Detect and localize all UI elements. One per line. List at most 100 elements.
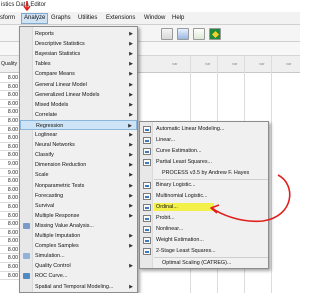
menu-item-label: Loglinear: [35, 132, 58, 138]
data-cell[interactable]: 8.00: [0, 91, 20, 100]
analyze-item-mixed-models[interactable]: Mixed Models ▶: [20, 100, 137, 110]
analyze-item-complex-samples[interactable]: Complex Samples ▶: [20, 241, 137, 251]
regression-item-automatic-linear-modeling[interactable]: Automatic Linear Modeling...: [140, 124, 268, 134]
menu-item-label: Partial Least Squares...: [156, 159, 213, 165]
menu-item-label: Linear...: [156, 137, 176, 143]
analyze-item-classify[interactable]: Classify ▶: [20, 150, 137, 160]
regression-submenu: Automatic Linear Modeling... Linear... Cur…: [139, 121, 269, 269]
analyze-item-missing-value-analysis[interactable]: Missing Value Analysis...: [20, 221, 137, 231]
menu-item-label: Tables: [35, 61, 51, 68]
menu-item-label: Spatial and Temporal Modeling...: [35, 283, 114, 290]
data-cell[interactable]: 8.00: [0, 151, 20, 160]
menu-item-label: Multiple Response: [35, 212, 80, 219]
column-header-var[interactable]: var: [286, 61, 292, 66]
analyze-item-forecasting[interactable]: Forecasting ▶: [20, 191, 137, 201]
data-cell[interactable]: 8.00: [0, 245, 20, 255]
data-cell[interactable]: 8.00: [0, 142, 20, 152]
submenu-arrow-icon: ▶: [129, 142, 133, 149]
menu-item-label: Automatic Linear Modeling...: [156, 126, 225, 132]
analyze-item-survival[interactable]: Survival ▶: [20, 201, 137, 211]
data-cell[interactable]: 9.00: [0, 168, 20, 178]
analyze-item-general-linear-model[interactable]: General Linear Model ▶: [20, 80, 137, 90]
analyze-item-quality-control[interactable]: Quality Control ▶: [20, 261, 137, 271]
data-cell[interactable]: 8.00: [0, 237, 20, 246]
column-header-var[interactable]: var: [259, 61, 265, 66]
submenu-arrow-icon: ▶: [129, 243, 133, 250]
analyze-item-roc-curve[interactable]: ROC Curve...: [20, 271, 137, 281]
menu-analyze[interactable]: Analyze: [21, 13, 49, 24]
data-cell[interactable]: 8.00: [0, 254, 20, 264]
data-cell[interactable]: 8.00: [0, 99, 20, 109]
submenu-arrow-icon: ▶: [129, 283, 133, 290]
simulation-icon: [23, 253, 30, 260]
analyze-item-regression[interactable]: Regression ▶: [20, 119, 137, 130]
column-header-var[interactable]: var: [172, 61, 178, 66]
regression-item-ordinal[interactable]: Ordinal...: [140, 202, 268, 212]
menu-graphs[interactable]: Graphs: [51, 14, 71, 23]
analyze-item-compare-means[interactable]: Compare Means ▶: [20, 69, 137, 79]
data-cell[interactable]: 8.00: [0, 211, 20, 221]
regression-item-curve-estimation[interactable]: Curve Estimation...: [140, 146, 268, 156]
analyze-item-tables[interactable]: Tables ▶: [20, 59, 137, 69]
regression-item-optimal-scaling-catreg[interactable]: Optimal Scaling (CATREG)...: [140, 258, 268, 268]
menu-item-label: Correlate: [35, 111, 58, 118]
regression-icon: [143, 236, 151, 244]
data-cell[interactable]: 8.00: [0, 82, 20, 92]
data-cell[interactable]: 8.00: [0, 125, 20, 135]
regression-item-partial-least-squares[interactable]: Partial Least Squares...: [140, 157, 268, 167]
data-cell[interactable]: 8.00: [0, 116, 20, 126]
analyze-item-dimension-reduction[interactable]: Dimension Reduction ▶: [20, 160, 137, 170]
regression-icon: [143, 147, 151, 155]
analyze-item-generalized-linear-models[interactable]: Generalized Linear Models ▶: [20, 90, 137, 100]
menu-item-label: Forecasting: [35, 192, 64, 199]
analyze-item-correlate[interactable]: Correlate ▶: [20, 110, 137, 120]
column-header-var[interactable]: var: [232, 61, 238, 66]
analyze-item-descriptive-statistics[interactable]: Descriptive Statistics ▶: [20, 39, 137, 49]
submenu-arrow-icon: ▶: [129, 101, 133, 108]
data-cell[interactable]: 8.00: [0, 74, 20, 83]
data-cell[interactable]: 8.00: [0, 185, 20, 195]
analyze-item-scale[interactable]: Scale ▶: [20, 170, 137, 180]
regression-item-process-v3-5-by-andrew-f-hayes[interactable]: PROCESS v3.5 by Andrew F. Hayes: [140, 168, 268, 178]
regression-item-2-stage-least-squares[interactable]: 2-Stage Least Squares...: [140, 246, 268, 256]
data-cell[interactable]: 8.00: [0, 220, 20, 229]
analyze-item-nonparametric-tests[interactable]: Nonparametric Tests ▶: [20, 181, 137, 191]
table-icon[interactable]: [161, 28, 173, 40]
chart-icon[interactable]: [177, 28, 189, 40]
data-cell[interactable]: 8.00: [0, 108, 20, 117]
data-cell[interactable]: 8.00: [0, 202, 20, 212]
column-label-quality[interactable]: Quality: [1, 61, 17, 67]
regression-item-nonlinear[interactable]: Nonlinear...: [140, 224, 268, 234]
menu-extensions[interactable]: Extensions: [106, 14, 135, 23]
data-cell[interactable]: 8.00: [0, 263, 20, 272]
menu-item-label: Generalized Linear Models: [35, 91, 100, 98]
analyze-item-multiple-imputation[interactable]: Multiple Imputation ▶: [20, 231, 137, 241]
data-cell[interactable]: 8.00: [0, 134, 20, 143]
analyze-item-bayesian-statistics[interactable]: Bayesian Statistics ▶: [20, 49, 137, 59]
data-cell[interactable]: 8.00: [0, 228, 20, 238]
data-cell[interactable]: 9.00: [0, 159, 20, 169]
data-cell[interactable]: 8.00: [0, 194, 20, 203]
analyze-item-loglinear[interactable]: Loglinear ▶: [20, 130, 137, 140]
menu-help[interactable]: Help: [172, 14, 184, 23]
menu-utilities[interactable]: Utilities: [78, 14, 97, 23]
menu-transform[interactable]: sform: [0, 14, 15, 23]
regression-item-probit[interactable]: Probit...: [140, 213, 268, 223]
analyze-item-reports[interactable]: Reports ▶: [20, 29, 137, 39]
analyze-item-simulation[interactable]: Simulation...: [20, 251, 137, 261]
regression-item-multinomial-logistic[interactable]: Multinomial Logistic...: [140, 191, 268, 201]
menu-window[interactable]: Window: [144, 14, 165, 23]
regression-icon: [143, 214, 151, 222]
add-on-icon[interactable]: [209, 28, 221, 40]
analyze-item-multiple-response[interactable]: Multiple Response ▶: [20, 211, 137, 221]
column-header-var[interactable]: var: [205, 61, 211, 66]
data-cell[interactable]: 8.00: [0, 177, 20, 186]
grid-icon[interactable]: [193, 28, 205, 40]
menu-item-label: Probit...: [156, 215, 175, 221]
regression-item-weight-estimation[interactable]: Weight Estimation...: [140, 235, 268, 245]
data-cell[interactable]: 8.00: [0, 271, 20, 281]
regression-item-linear[interactable]: Linear...: [140, 135, 268, 145]
regression-item-binary-logistic[interactable]: Binary Logistic...: [140, 180, 268, 190]
analyze-item-spatial-and-temporal-modeling[interactable]: Spatial and Temporal Modeling... ▶: [20, 282, 137, 292]
analyze-item-neural-networks[interactable]: Neural Networks ▶: [20, 140, 137, 150]
